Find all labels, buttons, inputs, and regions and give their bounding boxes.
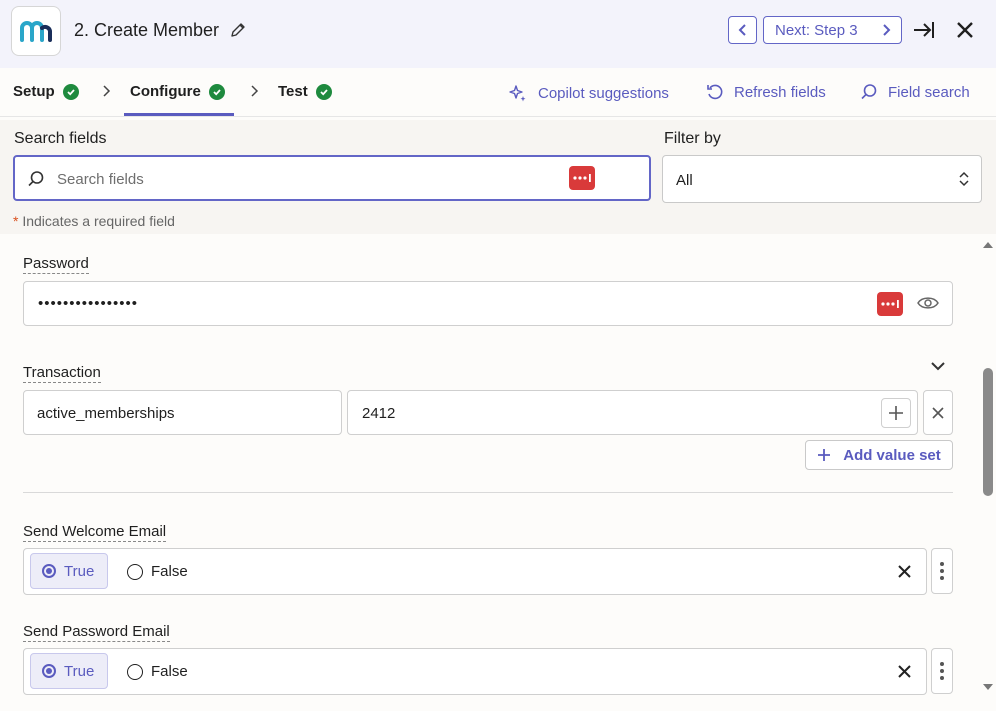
transaction-label: Transaction	[23, 364, 101, 383]
chevron-right-icon	[883, 24, 891, 36]
transaction-key-input[interactable]: active_memberships	[23, 390, 342, 435]
step-header: 2. Create Member Next: Step 3	[0, 0, 996, 68]
plus-icon	[889, 406, 903, 420]
copilot-suggestions-label: Copilot suggestions	[538, 84, 669, 102]
send-password-false-label: False	[151, 663, 188, 680]
chevron-right-icon	[103, 85, 111, 97]
previous-step-button[interactable]	[728, 16, 757, 44]
tab-setup-label: Setup	[13, 83, 55, 100]
insert-data-button[interactable]	[881, 398, 911, 428]
copilot-suggestions-button[interactable]: Copilot suggestions	[508, 83, 669, 103]
password-manager-icon[interactable]	[569, 166, 595, 190]
send-password-false-option[interactable]: False	[127, 663, 188, 680]
send-welcome-true-option[interactable]: True	[30, 553, 108, 589]
search-fields-box	[13, 155, 651, 201]
add-value-set-button[interactable]: Add value set	[805, 440, 953, 470]
scroll-up-arrow-icon[interactable]	[982, 240, 994, 249]
plus-icon	[818, 449, 831, 461]
radio-unselected-icon	[127, 663, 143, 680]
password-field[interactable]: ••••••••••••••••	[23, 281, 953, 326]
send-welcome-false-option[interactable]: False	[127, 563, 188, 580]
radio-selected-icon	[42, 664, 56, 678]
scroll-down-arrow-icon[interactable]	[982, 683, 994, 692]
collapse-panel-icon[interactable]	[912, 18, 936, 42]
close-icon	[932, 406, 944, 419]
tab-setup[interactable]: Setup	[13, 83, 79, 100]
check-circle-icon	[315, 83, 332, 100]
send-welcome-email-label: Send Welcome Email	[23, 523, 167, 542]
section-divider	[23, 492, 953, 493]
filter-select[interactable]: All	[662, 155, 982, 203]
tab-test-label: Test	[278, 83, 308, 100]
edit-pencil-icon[interactable]	[230, 22, 246, 38]
step-title: 2. Create Member	[74, 20, 220, 40]
refresh-fields-label: Refresh fields	[734, 83, 826, 101]
field-search-button[interactable]: Field search	[860, 83, 970, 101]
required-note-text: Indicates a required field	[18, 213, 175, 229]
send-password-true-label: True	[64, 662, 95, 680]
filter-by-label: Filter by	[664, 130, 721, 147]
field-options-menu[interactable]	[931, 648, 953, 694]
send-password-true-option[interactable]: True	[30, 653, 108, 689]
clear-icon[interactable]	[898, 665, 911, 678]
select-chevrons-icon	[959, 171, 969, 187]
field-search-label: Field search	[888, 83, 970, 101]
tab-configure-label: Configure	[130, 83, 201, 100]
chevron-right-icon	[251, 85, 259, 97]
memberpress-logo-icon	[20, 21, 52, 42]
app-logo	[11, 6, 61, 56]
scrollbar-thumb[interactable]	[983, 368, 993, 496]
check-circle-icon	[208, 83, 225, 100]
step-tabs: Setup Configure Test Copilot suggestions…	[0, 68, 996, 117]
tab-configure[interactable]: Configure	[130, 83, 225, 100]
transaction-key-value: active_memberships	[37, 405, 175, 422]
next-step-label: Next: Step 3	[775, 21, 858, 39]
close-icon[interactable]	[953, 18, 977, 42]
transaction-value: 2412	[362, 405, 396, 422]
radio-unselected-icon	[127, 563, 143, 580]
search-icon	[28, 171, 44, 187]
search-input[interactable]	[55, 167, 539, 191]
send-welcome-true-label: True	[64, 562, 95, 580]
send-password-email-label: Send Password Email	[23, 623, 170, 642]
eye-icon[interactable]	[917, 295, 939, 311]
refresh-fields-button[interactable]: Refresh fields	[706, 83, 826, 101]
field-options-menu[interactable]	[931, 548, 953, 594]
clear-icon[interactable]	[898, 565, 911, 578]
search-fields-label: Search fields	[14, 130, 107, 147]
send-welcome-false-label: False	[151, 563, 188, 580]
active-tab-indicator	[124, 113, 234, 116]
password-manager-icon[interactable]	[877, 292, 903, 316]
required-field-note: * Indicates a required field	[13, 213, 175, 229]
check-circle-icon	[62, 83, 79, 100]
password-value: ••••••••••••••••	[38, 295, 139, 312]
next-step-button[interactable]: Next: Step 3	[763, 16, 902, 44]
password-label: Password	[23, 255, 89, 274]
chevron-down-icon[interactable]	[930, 360, 946, 372]
radio-selected-icon	[42, 564, 56, 578]
add-value-set-label: Add value set	[843, 446, 941, 464]
filter-selected-value: All	[676, 172, 693, 189]
sparkle-icon	[509, 85, 526, 102]
remove-value-set-button[interactable]	[923, 390, 953, 435]
search-icon	[861, 84, 877, 100]
chevron-left-icon	[738, 24, 746, 36]
transaction-value-input[interactable]: 2412	[347, 390, 918, 435]
tab-test[interactable]: Test	[278, 83, 332, 100]
refresh-icon	[707, 84, 723, 100]
